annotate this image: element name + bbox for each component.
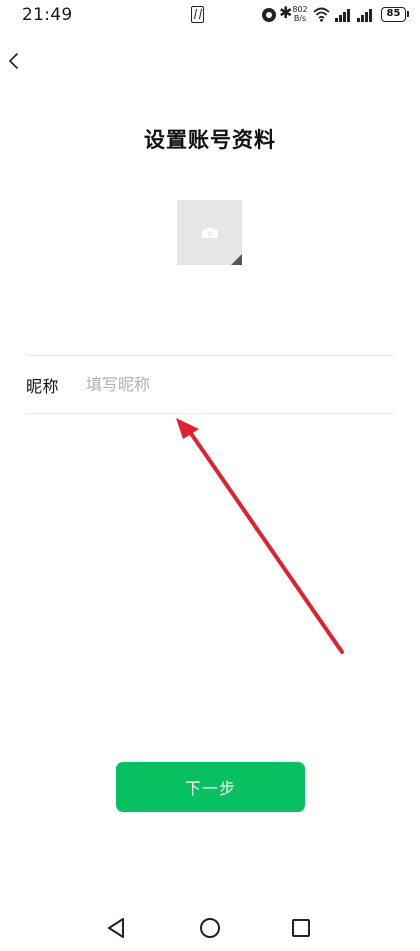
status-bar: 21:49 ✱ 802 B/s 85 xyxy=(0,0,420,32)
nfc-icon xyxy=(191,6,204,23)
battery-level: 85 xyxy=(386,8,401,19)
status-time: 21:49 xyxy=(22,5,73,25)
nav-home-icon[interactable] xyxy=(200,918,220,938)
battery-icon: 85 xyxy=(381,7,409,22)
nav-back-icon[interactable] xyxy=(106,917,126,939)
nickname-label: 昵称 xyxy=(26,377,60,396)
back-button[interactable] xyxy=(3,48,27,76)
nav-recent-icon[interactable] xyxy=(292,919,310,937)
net-speed-unit: B/s xyxy=(293,14,307,23)
chevron-left-icon xyxy=(9,53,18,69)
nickname-input[interactable] xyxy=(86,366,386,402)
edit-corner-icon xyxy=(231,254,242,265)
signal-icon xyxy=(357,8,377,22)
divider xyxy=(26,413,394,414)
net-speed-value: 802 xyxy=(292,5,308,14)
camera-icon xyxy=(202,228,218,238)
next-step-button[interactable]: 下一步 xyxy=(116,762,305,812)
system-nav-bar xyxy=(0,905,420,951)
avatar-picker[interactable] xyxy=(177,200,242,265)
alarm-icon xyxy=(262,8,276,22)
net-speed: 802 B/s xyxy=(291,5,309,23)
signal-icon xyxy=(335,8,355,22)
wifi-icon xyxy=(313,7,330,22)
divider xyxy=(26,355,394,356)
page-title: 设置账号资料 xyxy=(144,128,276,152)
